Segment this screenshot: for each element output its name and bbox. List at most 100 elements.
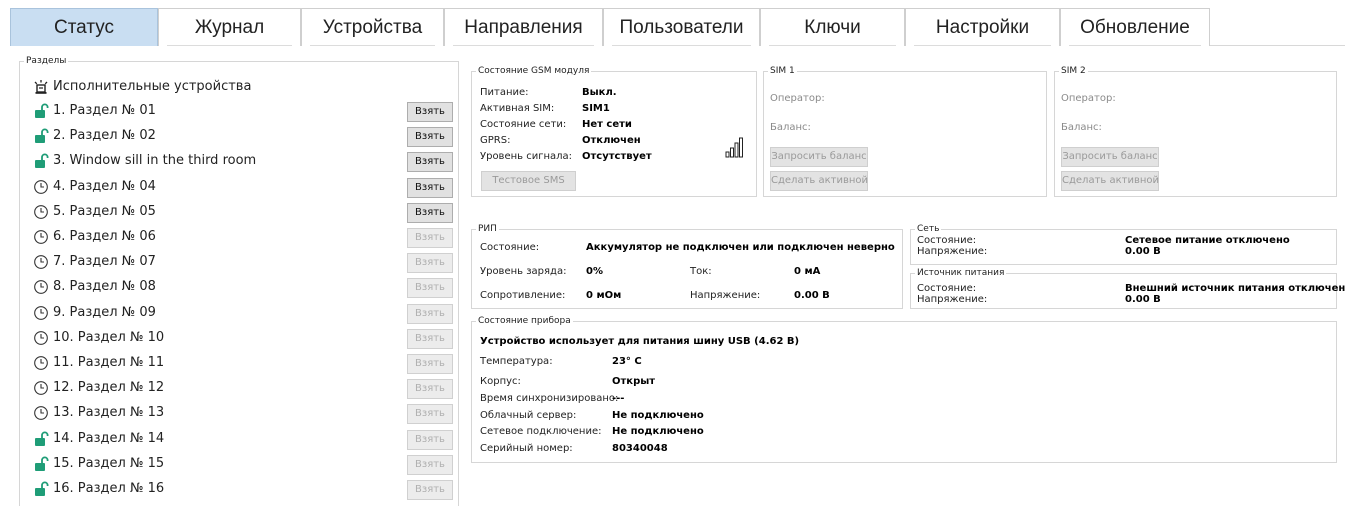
- siren-icon: [34, 80, 48, 94]
- take-button[interactable]: Взять: [407, 202, 453, 223]
- tab-users[interactable]: Пользователи: [603, 8, 760, 46]
- gsm-sim-value: SIM1: [582, 103, 610, 114]
- take-button[interactable]: Взять: [407, 354, 453, 374]
- clock-icon: [34, 381, 48, 396]
- section-label: 7. Раздел № 07: [53, 254, 156, 270]
- device-temp-value: 23° С: [612, 356, 642, 367]
- gsm-legend: Состояние GSM модуля: [476, 65, 592, 77]
- sim2-balance-label: Баланс:: [1061, 122, 1102, 133]
- clock-icon: [34, 406, 48, 421]
- unlock-icon: [35, 456, 49, 471]
- section-label: 16. Раздел № 16: [53, 481, 165, 496]
- device-cloud-value: Не подключено: [612, 410, 704, 421]
- rip-charge-value: 0%: [586, 266, 603, 277]
- section-row: 11. Раздел № 11 Взять: [33, 353, 453, 375]
- rip-voltage-label: Напряжение:: [690, 290, 761, 301]
- device-sync-label: Время синхронизировано:: [480, 393, 619, 404]
- tab-update[interactable]: Обновление: [1060, 8, 1210, 46]
- gsm-gprs-label: GPRS:: [480, 135, 511, 146]
- device-serial-label: Серийный номер:: [480, 443, 573, 454]
- section-label: 8. Раздел № 08: [53, 279, 156, 295]
- section-row: 16. Раздел № 16 Взять: [33, 479, 453, 501]
- section-row: 10. Раздел № 10 Взять: [33, 328, 453, 350]
- signal-strength-icon: [725, 137, 743, 158]
- gsm-sim-label: Активная SIM:: [480, 103, 555, 114]
- device-serial-value: 80340048: [612, 443, 668, 454]
- gsm-panel: Состояние GSM модуля Питание: Выкл. Акти…: [471, 65, 757, 197]
- section-label: 3. Window sill in the third room: [53, 153, 257, 169]
- device-state-legend: Состояние прибора: [476, 315, 573, 327]
- clock-icon: [34, 255, 48, 270]
- take-button[interactable]: Взять: [407, 228, 453, 248]
- take-button[interactable]: Взять: [407, 404, 453, 425]
- take-button[interactable]: Взять: [407, 303, 453, 324]
- tab-journal[interactable]: Журнал: [158, 8, 301, 46]
- take-button[interactable]: Взять: [407, 278, 453, 299]
- device-netconn-value: Не подключено: [612, 426, 704, 437]
- clock-icon: [34, 230, 48, 244]
- net-voltage-label: Напряжение:: [917, 246, 988, 257]
- power-source-voltage-value: 0.00 В: [1125, 294, 1161, 305]
- take-button[interactable]: Взять: [407, 429, 453, 450]
- sim2-request-balance-button[interactable]: Запросить баланс: [1061, 147, 1159, 167]
- sim2-panel: SIM 2 Оператор: Баланс: Запросить баланс…: [1054, 65, 1337, 197]
- gsm-gprs-value: Отключен: [582, 135, 641, 146]
- device-state-panel: Состояние прибора Устройство использует …: [471, 315, 1337, 463]
- tab-status[interactable]: Статус: [10, 8, 158, 46]
- section-label: 13. Раздел № 13: [53, 405, 165, 421]
- sim1-legend: SIM 1: [768, 65, 797, 77]
- section-row: 5. Раздел № 05 Взять: [33, 202, 453, 224]
- rip-voltage-value: 0.00 В: [794, 290, 830, 301]
- net-legend: Сеть: [915, 223, 942, 235]
- test-sms-button[interactable]: Тестовое SMS: [481, 171, 576, 191]
- section-row: 4. Раздел № 04 Взять: [33, 177, 453, 199]
- clock-icon: [34, 280, 48, 295]
- unlock-icon: [35, 153, 49, 169]
- gsm-power-value: Выкл.: [582, 87, 617, 98]
- section-label: 4. Раздел № 04: [53, 178, 156, 194]
- gsm-net-label: Состояние сети:: [480, 119, 567, 130]
- section-row: 8. Раздел № 08 Взять: [33, 277, 453, 299]
- rip-current-label: Ток:: [690, 266, 712, 277]
- take-button[interactable]: Взять: [407, 379, 453, 400]
- unlock-icon: [35, 103, 49, 118]
- take-button[interactable]: Взять: [407, 328, 453, 349]
- take-button[interactable]: Взять: [407, 127, 453, 148]
- rip-current-value: 0 мА: [794, 266, 821, 277]
- tab-devices[interactable]: Устройства: [301, 8, 444, 46]
- section-row: 3. Window sill in the third room Взять: [33, 151, 453, 173]
- net-voltage-value: 0.00 В: [1125, 246, 1161, 257]
- rip-panel: РИП Состояние: Аккумулятор не подключен …: [471, 223, 903, 309]
- tab-keys[interactable]: Ключи: [760, 8, 905, 46]
- rip-resistance-label: Сопротивление:: [480, 290, 566, 301]
- section-row: 13. Раздел № 13 Взять: [33, 403, 453, 425]
- device-netconn-label: Сетевое подключение:: [480, 426, 602, 437]
- take-button[interactable]: Взять: [407, 253, 453, 274]
- gsm-net-value: Нет сети: [582, 119, 632, 130]
- tab-directions[interactable]: Направления: [444, 8, 603, 46]
- net-panel: Сеть Состояние: Сетевое питание отключен…: [910, 223, 1337, 265]
- tab-settings[interactable]: Настройки: [905, 8, 1060, 46]
- device-cloud-label: Облачный сервер:: [480, 410, 577, 421]
- section-row: 14. Раздел № 14 Взять: [33, 429, 453, 451]
- sim1-request-balance-button[interactable]: Запросить баланс: [770, 147, 868, 167]
- sim1-make-active-button[interactable]: Сделать активной: [770, 171, 868, 191]
- section-label: 2. Раздел № 02: [53, 128, 156, 144]
- take-button[interactable]: Взять: [407, 152, 453, 173]
- take-button[interactable]: Взять: [407, 480, 453, 500]
- section-label: 6. Раздел № 06: [53, 229, 156, 244]
- gsm-power-label: Питание:: [480, 87, 529, 98]
- unlock-icon: [35, 431, 49, 446]
- clock-icon: [34, 179, 48, 194]
- unlock-icon: [35, 128, 49, 144]
- clock-icon: [34, 356, 48, 370]
- clock-icon: [34, 305, 48, 320]
- take-button[interactable]: Взять: [407, 177, 453, 198]
- take-button[interactable]: Взять: [407, 102, 453, 122]
- sim1-panel: SIM 1 Оператор: Баланс: Запросить баланс…: [763, 65, 1047, 197]
- section-row: 7. Раздел № 07 Взять: [33, 252, 453, 274]
- sim2-legend: SIM 2: [1059, 65, 1088, 77]
- sim2-make-active-button[interactable]: Сделать активной: [1061, 171, 1159, 191]
- take-button[interactable]: Взять: [407, 454, 453, 475]
- actuators-label: Исполнительные устройства: [53, 79, 252, 94]
